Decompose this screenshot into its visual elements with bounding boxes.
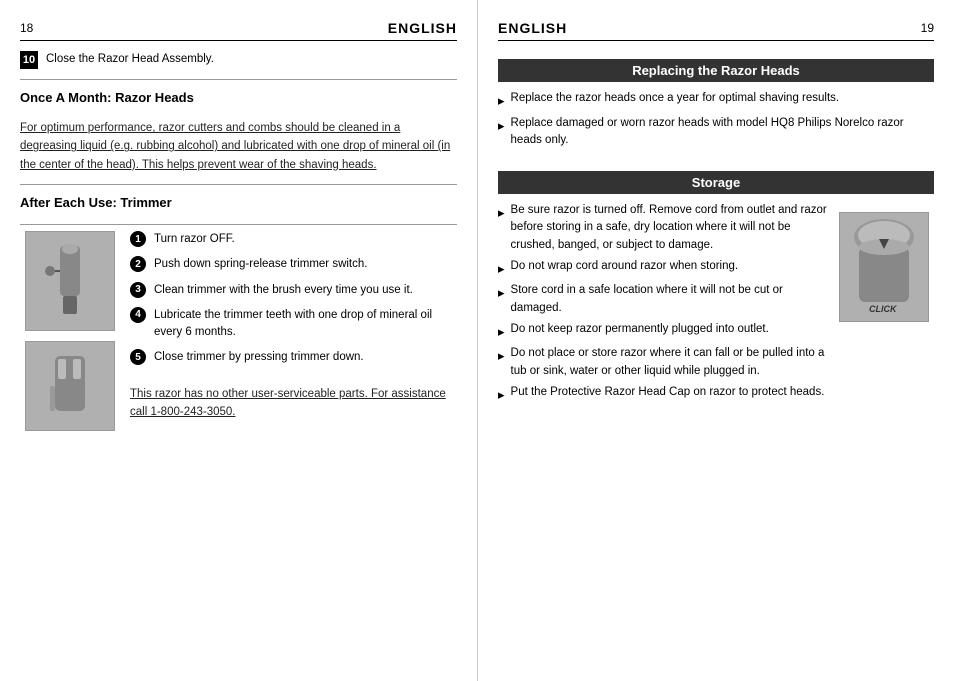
- bullet-arrow-1: ▸: [498, 91, 505, 111]
- storage-bullet-3-text: Store cord in a safe location where it w…: [511, 282, 834, 317]
- step-4-row: 4 Lubricate the trimmer teeth with one d…: [130, 307, 457, 342]
- step-1-number: 1: [130, 231, 146, 247]
- step-10-container: 10 Close the Razor Head Assembly.: [20, 51, 457, 80]
- replacing-bullet-1-text: Replace the razor heads once a year for …: [511, 90, 840, 107]
- replacing-bullets: ▸ Replace the razor heads once a year fo…: [498, 90, 934, 153]
- step-5-text: Close trimmer by pressing trimmer down.: [154, 349, 364, 366]
- storage-arrow-4: ▸: [498, 322, 505, 342]
- storage-arrow-6: ▸: [498, 385, 505, 405]
- storage-bullet-1: ▸ Be sure razor is turned off. Remove co…: [498, 202, 834, 254]
- storage-bullet-6: ▸ Put the Protective Razor Head Cap on r…: [498, 384, 834, 405]
- step-1-text: Turn razor OFF.: [154, 231, 235, 248]
- storage-arrow-3: ▸: [498, 283, 505, 303]
- storage-bullet-1-text: Be sure razor is turned off. Remove cord…: [511, 202, 834, 254]
- step-2-row: 2 Push down spring-release trimmer switc…: [130, 256, 457, 273]
- once-a-month-title: Once A Month: Razor Heads: [20, 90, 457, 105]
- step-5-number: 5: [130, 349, 146, 365]
- step-2-text: Push down spring-release trimmer switch.: [154, 256, 367, 273]
- step-10-text: Close the Razor Head Assembly.: [46, 51, 214, 68]
- step-5-row: 5 Close trimmer by pressing trimmer down…: [130, 349, 457, 366]
- right-page: ENGLISH 19 Replacing the Razor Heads ▸ R…: [477, 0, 954, 681]
- footer-text: This razor has no other user-serviceable…: [130, 385, 457, 422]
- right-page-number: 19: [921, 21, 934, 35]
- once-a-month-section: Once A Month: Razor Heads: [20, 90, 457, 111]
- storage-bullet-3: ▸ Store cord in a safe location where it…: [498, 282, 834, 317]
- svg-text:CLICK: CLICK: [869, 304, 898, 314]
- step-1-row: 1 Turn razor OFF.: [130, 231, 457, 248]
- storage-bullet-4: ▸ Do not keep razor permanently plugged …: [498, 321, 834, 342]
- right-page-header: ENGLISH 19: [498, 20, 934, 41]
- step-4-text: Lubricate the trimmer teeth with one dro…: [154, 307, 457, 342]
- after-each-use-section: After Each Use: Trimmer: [20, 195, 457, 225]
- step-2-number: 2: [130, 256, 146, 272]
- storage-bullet-5: ▸ Do not place or store razor where it c…: [498, 345, 834, 380]
- storage-arrow-5: ▸: [498, 346, 505, 366]
- image-column: [20, 231, 120, 661]
- replacing-header: Replacing the Razor Heads: [498, 59, 934, 82]
- step-10-number: 10: [20, 51, 38, 69]
- storage-image-column: CLICK: [834, 202, 934, 661]
- steps-column: 1 Turn razor OFF. 2 Push down spring-rel…: [130, 231, 457, 661]
- storage-arrow-2: ▸: [498, 259, 505, 279]
- storage-bullet-4-text: Do not keep razor permanently plugged in…: [511, 321, 769, 338]
- storage-bullet-6-text: Put the Protective Razor Head Cap on raz…: [511, 384, 825, 401]
- step-3-row: 3 Clean trimmer with the brush every tim…: [130, 282, 457, 299]
- storage-content: ▸ Be sure razor is turned off. Remove co…: [498, 202, 934, 661]
- storage-bullets: ▸ Be sure razor is turned off. Remove co…: [498, 202, 834, 404]
- steps-with-images: 1 Turn razor OFF. 2 Push down spring-rel…: [20, 231, 457, 661]
- storage-header: Storage: [498, 171, 934, 194]
- storage-bullet-5-text: Do not place or store razor where it can…: [511, 345, 834, 380]
- step-4-number: 4: [130, 307, 146, 323]
- storage-bullet-2-text: Do not wrap cord around razor when stori…: [511, 258, 739, 275]
- step-3-number: 3: [130, 282, 146, 298]
- storage-text-area: ▸ Be sure razor is turned off. Remove co…: [498, 202, 834, 661]
- storage-arrow-1: ▸: [498, 203, 505, 223]
- storage-bullet-2: ▸ Do not wrap cord around razor when sto…: [498, 258, 834, 279]
- replacing-bullet-2: ▸ Replace damaged or worn razor heads wi…: [498, 115, 934, 150]
- razor-svg-2: [35, 351, 105, 421]
- step-3-text: Clean trimmer with the brush every time …: [154, 282, 413, 299]
- storage-razor-svg: CLICK: [844, 217, 924, 317]
- once-a-month-body: For optimum performance, razor cutters a…: [20, 119, 457, 185]
- left-page-number: 18: [20, 21, 33, 35]
- storage-image: CLICK: [839, 212, 929, 322]
- replacing-bullet-2-text: Replace damaged or worn razor heads with…: [511, 115, 934, 150]
- after-each-use-title: After Each Use: Trimmer: [20, 195, 457, 210]
- trimmer-image-1: [25, 231, 115, 331]
- left-page-title: ENGLISH: [388, 20, 457, 36]
- razor-svg-1: [35, 241, 105, 321]
- left-page-header: 18 ENGLISH: [20, 20, 457, 41]
- replacing-bullet-1: ▸ Replace the razor heads once a year fo…: [498, 90, 934, 111]
- bullet-arrow-2: ▸: [498, 116, 505, 136]
- right-page-title: ENGLISH: [498, 20, 567, 36]
- trimmer-image-2: [25, 341, 115, 431]
- left-page: 18 ENGLISH 10 Close the Razor Head Assem…: [0, 0, 477, 681]
